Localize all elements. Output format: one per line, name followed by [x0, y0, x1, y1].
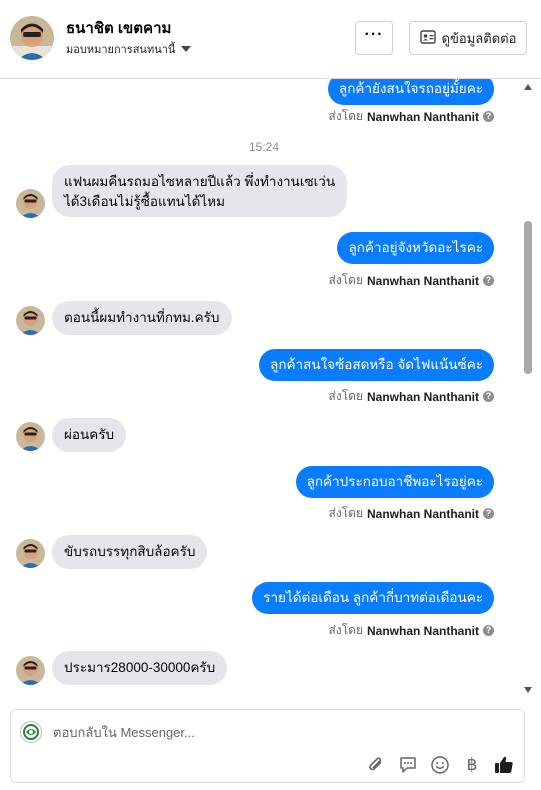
sent-by-prefix: ส่งโดย [328, 389, 363, 403]
info-icon[interactable]: ? [483, 391, 494, 402]
outgoing-message[interactable]: ลูกค้ายังสนใจรถอยู่มั้ยคะ [327, 79, 494, 105]
sent-by-line: ส่งโดย Nanwhan Nanthanit ? [329, 621, 494, 640]
sender-name: Nanwhan Nanthanit [366, 273, 479, 288]
message-line: ได้3เดือนไม่รู้ซื้อแทนได้ไหม [64, 194, 225, 209]
incoming-message[interactable]: ตอนนี้ผมทำงานที่กทม.ครับ [52, 301, 232, 335]
incoming-message[interactable]: ขับรถบรรทุกสิบล้อครับ [52, 535, 208, 569]
scroll-down-arrow-icon[interactable] [524, 687, 532, 693]
timestamp: 15:24 [248, 140, 280, 154]
sent-by-prefix: ส่งโดย [328, 623, 363, 637]
contact-card-icon [419, 29, 436, 47]
sent-by-line: ส่งโดย Nanwhan Nanthanit ? [329, 107, 494, 126]
sender-name: Nanwhan Nanthanit [366, 506, 479, 521]
conversation-header: ธนาชิต เขตคาม มอบหมายการสนทนานี้ ··· ดูข… [0, 0, 541, 79]
message-thread[interactable]: ลูกค้ายังสนใจรถอยู่มั้ยคะ ส่งโดย Nanwhan… [0, 79, 541, 699]
saved-reply-icon[interactable] [397, 754, 419, 776]
assign-conversation-dropdown[interactable]: มอบหมายการสนทนานี้ [66, 40, 192, 58]
incoming-message[interactable]: ประมาร28000-30000ครับ [52, 651, 228, 685]
incoming-message[interactable]: ผ่อนครับ [52, 418, 127, 452]
outgoing-message[interactable]: ลูกค้าสนใจซ้อสดหรือ จัดไฟแน้นซ์คะ [259, 349, 494, 381]
baht-icon[interactable]: ฿ [461, 754, 483, 776]
outgoing-message[interactable]: ลูกค้าอยู่จังหวัดอะไรคะ [337, 232, 494, 264]
sender-name: Nanwhan Nanthanit [366, 623, 479, 638]
scroll-up-arrow-icon[interactable] [524, 84, 532, 90]
info-icon[interactable]: ? [483, 625, 494, 636]
page-logo-icon [20, 721, 42, 743]
caret-down-icon [181, 46, 192, 52]
thread-scrollbar[interactable] [522, 79, 534, 699]
contact-avatar-small[interactable] [16, 189, 45, 218]
assign-label: มอบหมายการสนทนานี้ [66, 44, 176, 56]
outgoing-message[interactable]: รายได้ต่อเดือน ลูกค้ากี่บาทต่อเดือนคะ [252, 582, 494, 614]
sent-by-prefix: ส่งโดย [328, 109, 363, 123]
contact-avatar-small[interactable] [16, 422, 45, 451]
emoji-icon[interactable] [429, 754, 451, 776]
reply-composer: ฿ [10, 709, 525, 783]
contact-avatar-small[interactable] [16, 306, 45, 335]
info-icon[interactable]: ? [483, 111, 494, 122]
sent-by-line: ส่งโดย Nanwhan Nanthanit ? [329, 271, 494, 290]
view-contact-label: ดูข้อมูลติดต่อ [441, 30, 517, 46]
view-contact-button[interactable]: ดูข้อมูลติดต่อ [409, 21, 527, 55]
contact-avatar-small[interactable] [16, 539, 45, 568]
more-options-button[interactable]: ··· [355, 21, 393, 55]
info-icon[interactable]: ? [483, 275, 494, 286]
contact-name: ธนาชิต เขตคาม [66, 20, 172, 37]
like-icon[interactable] [493, 754, 515, 776]
message-line: แฟนผมคืนรถมอไซหลายปีแล้ว พึ่งทำงานเซเว่น [64, 174, 336, 189]
sent-by-line: ส่งโดย Nanwhan Nanthanit ? [329, 387, 494, 406]
scrollbar-thumb[interactable] [524, 221, 532, 374]
info-icon[interactable]: ? [483, 508, 494, 519]
sent-by-line: ส่งโดย Nanwhan Nanthanit ? [329, 504, 494, 523]
more-icon: ··· [364, 26, 384, 43]
reply-input[interactable] [53, 722, 493, 742]
sent-by-prefix: ส่งโดย [328, 506, 363, 520]
sender-name: Nanwhan Nanthanit [366, 389, 479, 404]
outgoing-message[interactable]: ลูกค้าประกอบอาชีพอะไรอยู่คะ [295, 466, 494, 498]
attachment-icon[interactable] [365, 754, 387, 776]
contact-avatar[interactable] [10, 16, 54, 60]
sender-name: Nanwhan Nanthanit [366, 109, 479, 124]
sent-by-prefix: ส่งโดย [328, 273, 363, 287]
incoming-message[interactable]: แฟนผมคืนรถมอไซหลายปีแล้ว พึ่งทำงานเซเว่น… [52, 165, 348, 217]
contact-avatar-small[interactable] [16, 656, 45, 685]
